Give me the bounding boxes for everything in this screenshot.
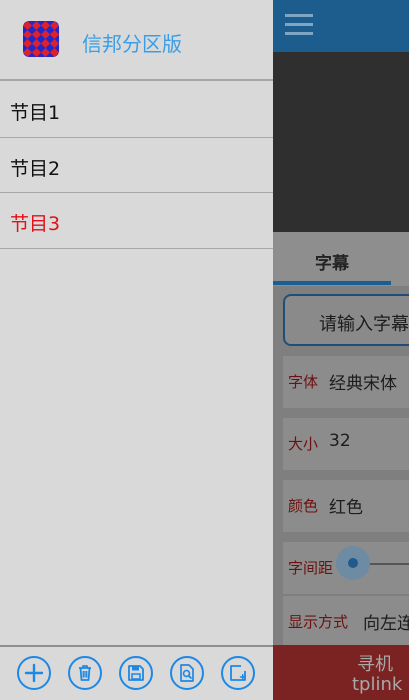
tab-indicator	[273, 281, 391, 285]
program-item-3[interactable]: 节目3	[0, 193, 273, 249]
drawer-header: 信邦分区版	[0, 0, 273, 81]
preview-search-icon	[180, 664, 194, 682]
setting-key: 颜色	[288, 497, 319, 515]
setting-row-size[interactable]: 大小 32	[283, 418, 409, 470]
menu-icon[interactable]	[285, 14, 313, 38]
subtitle-input-text: 请输入字幕	[319, 314, 409, 335]
subtitle-input[interactable]: 请输入字幕	[283, 294, 409, 346]
program-item-1[interactable]: 节目1	[0, 82, 273, 138]
bottom-text-1: 寻机	[357, 654, 393, 675]
setting-row-font[interactable]: 字体 经典宋体	[283, 356, 409, 408]
setting-key: 字体	[288, 373, 319, 391]
save-button[interactable]	[119, 656, 153, 690]
setting-value: 32	[329, 431, 351, 451]
setting-value: 经典宋体	[329, 374, 397, 394]
edit-button[interactable]	[221, 656, 255, 690]
setting-row-display-mode[interactable]: 显示方式 向左连	[283, 596, 409, 648]
program-list: 节目1 节目2 节目3	[0, 82, 273, 249]
add-icon	[24, 663, 44, 683]
setting-key: 大小	[288, 435, 319, 453]
program-label: 节目1	[10, 102, 61, 124]
navigation-drawer: 信邦分区版 节目1 节目2 节目3	[0, 0, 273, 700]
setting-key: 字间距	[288, 559, 334, 577]
bottom-text-2: tplink	[352, 674, 403, 695]
tab-subtitle[interactable]: 字幕	[315, 249, 349, 274]
setting-value: 红色	[329, 498, 363, 518]
app-title: 信邦分区版	[82, 32, 182, 56]
save-icon	[128, 665, 144, 681]
program-item-2[interactable]: 节目2	[0, 138, 273, 193]
program-label: 节目2	[10, 157, 61, 180]
edit-box-icon	[230, 665, 246, 681]
preview-button[interactable]	[170, 656, 204, 690]
add-button[interactable]	[17, 656, 51, 690]
setting-value: 向左连	[363, 614, 409, 634]
led-preview-area	[273, 52, 409, 232]
app-logo-icon	[23, 21, 59, 57]
drawer-toolbar	[0, 645, 273, 700]
trash-icon	[79, 665, 91, 681]
program-label: 节目3	[10, 213, 61, 235]
setting-row-color[interactable]: 颜色 红色	[283, 480, 409, 532]
delete-button[interactable]	[68, 656, 102, 690]
setting-key: 显示方式	[288, 613, 349, 631]
spacing-slider-handle[interactable]	[336, 546, 370, 580]
